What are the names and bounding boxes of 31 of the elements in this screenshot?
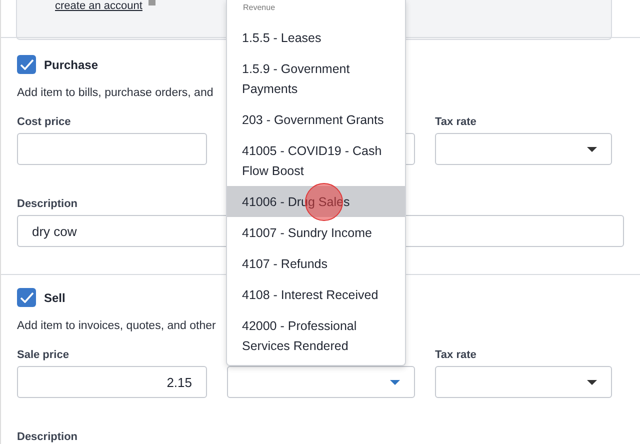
caret-icon bbox=[587, 146, 597, 152]
account-select[interactable] bbox=[227, 366, 415, 398]
dropdown-option[interactable]: 4108 - Interest Received bbox=[227, 279, 405, 310]
checkbox[interactable] bbox=[17, 288, 36, 307]
dropdown-option[interactable]: 41007 - Sundry Income bbox=[227, 217, 405, 248]
link-icon bbox=[148, 0, 156, 6]
section-description: Add item to invoices, quotes, and other bbox=[17, 320, 216, 332]
section-title: Sell bbox=[44, 290, 66, 304]
dropdown-option[interactable]: 203 - Government Grants bbox=[227, 104, 405, 135]
section-description: Add item to bills, purchase orders, and bbox=[17, 87, 214, 99]
field-label: Description bbox=[17, 197, 78, 211]
create-account-link[interactable]: create an account bbox=[55, 0, 142, 13]
field-label: Tax rate bbox=[435, 115, 476, 129]
field-label: Cost price bbox=[17, 115, 71, 129]
dropdown-option[interactable]: 42000 - Professional Services Rendered bbox=[227, 310, 405, 361]
price-field[interactable] bbox=[17, 133, 207, 165]
caret-icon bbox=[587, 380, 597, 384]
dropdown-option[interactable]: 41005 - COVID19 - Cash Flow Boost bbox=[227, 135, 405, 186]
checkbox[interactable] bbox=[17, 55, 36, 74]
tax-rate-select[interactable] bbox=[435, 133, 612, 165]
dropdown-option[interactable]: 1.5.5 - Leases bbox=[227, 22, 405, 53]
dropdown-option[interactable]: 4107 - Refunds bbox=[227, 248, 405, 279]
tax-rate-select[interactable] bbox=[435, 366, 612, 398]
field-label: Sale price bbox=[17, 348, 69, 362]
caret-icon bbox=[390, 380, 400, 384]
section-title: Purchase bbox=[44, 58, 98, 72]
price-field[interactable]: 2.15 bbox=[17, 366, 207, 398]
group-header: Revenue bbox=[242, 2, 276, 14]
field-label: Tax rate bbox=[435, 348, 476, 362]
field-label: Description bbox=[17, 430, 78, 444]
dropdown-option[interactable]: 1.5.9 - Government Payments bbox=[227, 53, 405, 104]
